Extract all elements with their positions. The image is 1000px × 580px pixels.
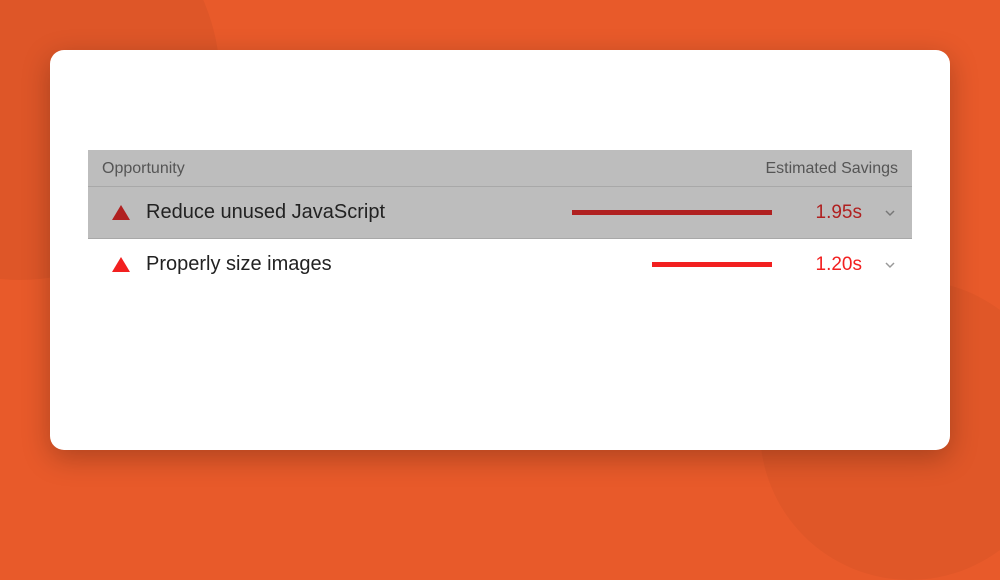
- panel-header: Opportunity Estimated Savings: [88, 150, 912, 187]
- savings-time: 1.95s: [794, 202, 862, 224]
- warning-triangle-icon: [112, 205, 130, 220]
- opportunity-row[interactable]: Reduce unused JavaScript 1.95s: [88, 187, 912, 239]
- opportunity-label: Reduce unused JavaScript: [146, 201, 406, 224]
- header-estimated-savings: Estimated Savings: [765, 160, 898, 178]
- expand-toggle[interactable]: [882, 205, 898, 221]
- warning-triangle-icon: [112, 257, 130, 272]
- expand-toggle[interactable]: [882, 257, 898, 273]
- header-opportunity: Opportunity: [102, 160, 185, 178]
- savings-time: 1.20s: [794, 254, 862, 276]
- card: Opportunity Estimated Savings Reduce unu…: [50, 50, 950, 450]
- opportunity-label: Properly size images: [146, 253, 406, 276]
- chevron-down-icon: [882, 257, 898, 273]
- opportunity-row[interactable]: Properly size images 1.20s: [88, 239, 912, 290]
- chevron-down-icon: [882, 205, 898, 221]
- savings-bar: [572, 210, 772, 215]
- savings-bar: [652, 262, 772, 267]
- savings-bar-wrap: [562, 210, 772, 215]
- opportunities-panel: Opportunity Estimated Savings Reduce unu…: [88, 150, 912, 290]
- savings-bar-wrap: [562, 262, 772, 267]
